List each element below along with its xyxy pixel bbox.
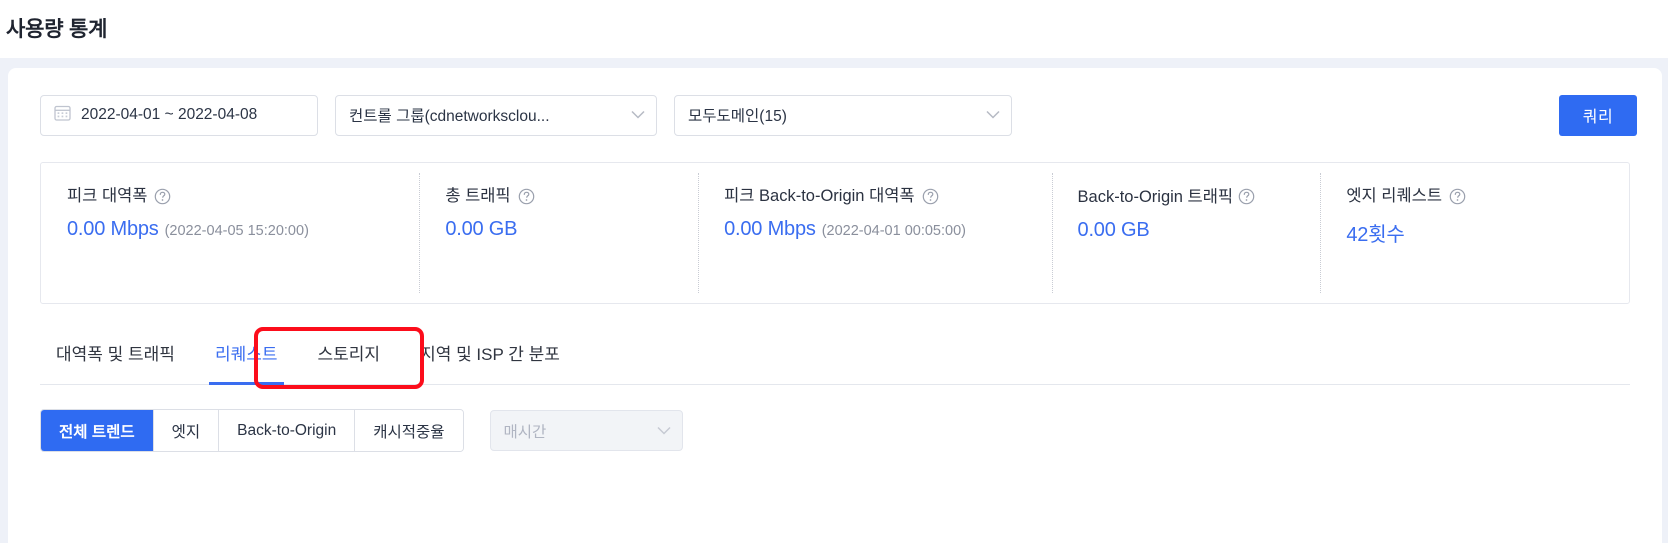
calendar-icon bbox=[54, 104, 71, 126]
stats-panel: 피크 대역폭 0.00 Mbps (2022-04-05 15:20:00) 총… bbox=[40, 162, 1630, 304]
segment-overall-trend[interactable]: 전체 트렌드 bbox=[41, 410, 154, 451]
stat-label: 피크 Back-to-Origin 대역폭 bbox=[724, 185, 1051, 209]
granularity-select[interactable]: 매시간 bbox=[489, 410, 683, 451]
stat-label-text: Back-to-Origin 트래픽 bbox=[1077, 188, 1234, 206]
help-icon[interactable] bbox=[518, 188, 535, 205]
stat-card-peak-bandwidth: 피크 대역폭 0.00 Mbps (2022-04-05 15:20:00) bbox=[41, 163, 419, 303]
query-button[interactable]: 쿼리 bbox=[1559, 94, 1637, 136]
stat-value: 42횟수 bbox=[1346, 223, 1405, 246]
stat-label-text: 피크 Back-to-Origin 대역폭 bbox=[724, 187, 915, 205]
help-icon[interactable] bbox=[1238, 188, 1255, 205]
help-icon[interactable] bbox=[922, 188, 939, 205]
stat-value-row: 0.00 Mbps (2022-04-01 00:05:00) bbox=[724, 218, 1051, 241]
segment-back-to-origin[interactable]: Back-to-Origin bbox=[219, 410, 356, 451]
stat-label-text: 엣지 리퀘스트 bbox=[1346, 187, 1443, 205]
stat-label-text: 피크 대역폭 bbox=[67, 187, 148, 205]
stat-card-back-to-origin-traffic: Back-to-Origin 트래픽 0.00 GB bbox=[1051, 163, 1321, 303]
tab-region-and-isp-distribution[interactable]: 지역 및 ISP 간 분포 bbox=[400, 334, 580, 384]
stat-card-peak-back-to-origin-bandwidth: 피크 Back-to-Origin 대역폭 0.00 Mbps (2022-04… bbox=[698, 163, 1051, 303]
page-header: 사용량 통계 bbox=[0, 0, 1668, 58]
stat-label: 총 트래픽 bbox=[445, 185, 698, 209]
tab-requests[interactable]: 리퀘스트 bbox=[195, 334, 298, 385]
help-icon[interactable] bbox=[154, 188, 171, 205]
tab-bar: 대역폭 및 트래픽 리퀘스트 스토리지 지역 및 ISP 간 분포 bbox=[40, 327, 1630, 389]
chevron-down-icon bbox=[656, 422, 671, 440]
stat-value: 0.00 GB bbox=[1077, 218, 1150, 241]
help-icon[interactable] bbox=[1449, 188, 1466, 205]
granularity-value: 매시간 bbox=[503, 423, 547, 441]
stat-label-text: 총 트래픽 bbox=[445, 187, 511, 205]
stat-value: 0.00 GB bbox=[445, 217, 518, 240]
chevron-down-icon bbox=[986, 106, 1000, 124]
content-card: 2022-04-01 ~ 2022-04-08 컨트롤 그룹(cdnetwork… bbox=[8, 68, 1662, 543]
segment-cache-hit-rate[interactable]: 캐시적중율 bbox=[355, 410, 463, 451]
control-group-select[interactable]: 컨트롤 그룹(cdnetworksclou... bbox=[335, 94, 657, 136]
stat-value-row: 42횟수 bbox=[1346, 218, 1629, 247]
stat-value: 0.00 Mbps bbox=[67, 217, 159, 240]
stat-card-edge-requests: 엣지 리퀘스트 42횟수 bbox=[1320, 163, 1629, 303]
tab-list: 대역폭 및 트래픽 리퀘스트 스토리지 지역 및 ISP 간 분포 bbox=[40, 334, 1630, 385]
filter-row: 2022-04-01 ~ 2022-04-08 컨트롤 그룹(cdnetwork… bbox=[40, 94, 1642, 136]
stat-value-row: 0.00 GB bbox=[1078, 219, 1321, 242]
domain-select[interactable]: 모두도메인(15) bbox=[674, 94, 1012, 136]
chevron-down-icon bbox=[631, 106, 645, 124]
tab-storage[interactable]: 스토리지 bbox=[298, 334, 401, 384]
stat-value-row: 0.00 GB bbox=[445, 218, 698, 241]
tab-bandwidth-and-traffic[interactable]: 대역폭 및 트래픽 bbox=[40, 334, 195, 384]
control-group-value: 컨트롤 그룹(cdnetworksclou... bbox=[349, 108, 550, 125]
stat-timestamp: (2022-04-01 00:05:00) bbox=[821, 222, 966, 239]
stat-value: 0.00 Mbps bbox=[724, 217, 816, 240]
domain-value: 모두도메인(15) bbox=[688, 108, 787, 125]
page-title: 사용량 통계 bbox=[6, 17, 108, 41]
stat-timestamp: (2022-04-05 15:20:00) bbox=[164, 222, 309, 239]
stat-label: 피크 대역폭 bbox=[67, 185, 419, 209]
subtab-row: 전체 트렌드 엣지 Back-to-Origin 캐시적중율 매시간 bbox=[40, 409, 1630, 452]
stat-label: Back-to-Origin 트래픽 bbox=[1078, 185, 1321, 210]
stat-card-total-traffic: 총 트래픽 0.00 GB bbox=[419, 163, 698, 303]
stat-label: 엣지 리퀘스트 bbox=[1346, 185, 1629, 209]
date-range-picker[interactable]: 2022-04-01 ~ 2022-04-08 bbox=[40, 94, 318, 136]
page-body: 2022-04-01 ~ 2022-04-08 컨트롤 그룹(cdnetwork… bbox=[0, 58, 1668, 543]
stat-value-row: 0.00 Mbps (2022-04-05 15:20:00) bbox=[67, 218, 419, 241]
segment-edge[interactable]: 엣지 bbox=[153, 410, 220, 451]
trend-segmented-control: 전체 트렌드 엣지 Back-to-Origin 캐시적중율 bbox=[40, 409, 464, 452]
date-range-value: 2022-04-01 ~ 2022-04-08 bbox=[81, 106, 258, 123]
